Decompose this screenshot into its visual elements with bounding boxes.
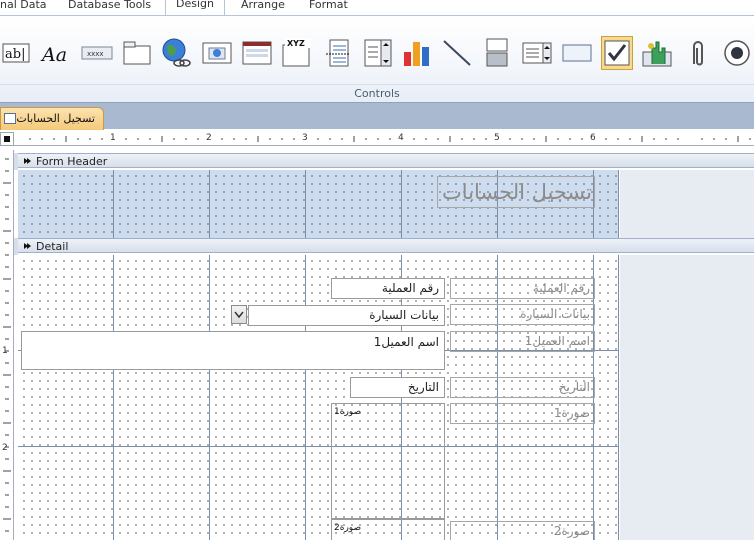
option-group-control[interactable]: XYZ xyxy=(281,36,313,70)
button-control[interactable]: xxxx xyxy=(81,36,113,70)
ribbon-controls-group: ab| Aa xxxx XYZ Controls xyxy=(0,15,754,102)
check-box-control[interactable] xyxy=(601,36,633,70)
option-group-icon: XYZ xyxy=(282,38,311,67)
unbound-object-frame-icon xyxy=(642,41,672,67)
form-canvas-background xyxy=(620,255,754,540)
toggle-button-control[interactable] xyxy=(481,36,513,70)
chevron-down-icon xyxy=(234,311,244,319)
ruler-number: 1 xyxy=(2,346,8,356)
button-icon: xxxx xyxy=(81,46,113,60)
web-browser-icon xyxy=(202,42,232,64)
tab-external-data[interactable]: nal Data xyxy=(0,0,47,15)
form-selector[interactable] xyxy=(0,132,14,146)
label-control[interactable]: Aa xyxy=(40,36,72,70)
ruler-number: 4 xyxy=(398,133,404,143)
image2-frame-label: صورة2 xyxy=(334,523,362,533)
text-box-icon: ab| xyxy=(2,43,30,63)
attachment-icon xyxy=(693,41,703,66)
vertical-ruler[interactable]: 1 2 xyxy=(0,150,14,540)
transaction-no-label[interactable]: رقم العملية xyxy=(450,278,595,299)
tab-design[interactable]: Design xyxy=(165,0,225,16)
document-tab-strip: تسجيل الحسابات xyxy=(0,102,754,130)
hyperlink-control[interactable] xyxy=(159,36,191,70)
option-button-control[interactable] xyxy=(721,36,753,70)
form-header-label: Form Header xyxy=(36,155,108,168)
ruler-number: 2 xyxy=(206,133,212,143)
navigation-control[interactable] xyxy=(241,36,273,70)
chart-control[interactable] xyxy=(401,36,433,70)
svg-text:ab|: ab| xyxy=(5,47,25,62)
list-box-icon xyxy=(522,42,552,64)
image1-frame[interactable]: صورة1 xyxy=(331,403,445,519)
form-title-label[interactable]: تسجيل الحسابات xyxy=(437,176,595,208)
line-control[interactable] xyxy=(441,36,473,70)
tab-arrange[interactable]: Arrange xyxy=(241,0,285,15)
ruler-number: 6 xyxy=(590,133,596,143)
ribbon-tab-bar: nal Data Database Tools Design Arrange F… xyxy=(0,0,754,16)
check-box-icon xyxy=(604,40,630,66)
form-header-bar[interactable]: Form Header xyxy=(18,153,754,168)
document-tab[interactable]: تسجيل الحسابات xyxy=(0,107,104,130)
tab-control[interactable] xyxy=(121,36,153,70)
transaction-no-textbox[interactable]: رقم العملية xyxy=(331,278,445,299)
tab-format[interactable]: Format xyxy=(309,0,348,15)
detail-bar[interactable]: Detail xyxy=(18,238,754,253)
ruler-number: 1 xyxy=(110,133,116,143)
detail-label: Detail xyxy=(36,240,69,253)
hyperlink-icon xyxy=(162,38,191,67)
ruler-ticks xyxy=(3,158,11,532)
form-icon xyxy=(4,113,16,124)
list-box-control[interactable] xyxy=(521,36,553,70)
tab-control-icon xyxy=(123,41,151,65)
image2-label[interactable]: صورة2 xyxy=(450,521,595,540)
image1-frame-label: صورة1 xyxy=(334,407,362,417)
svg-text:Aa: Aa xyxy=(40,44,67,65)
form-canvas-background xyxy=(620,170,754,238)
text-box-control[interactable]: ab| xyxy=(0,36,32,70)
navigation-control-icon xyxy=(242,41,272,65)
line-icon xyxy=(443,40,471,66)
section-arrow-icon xyxy=(24,158,31,164)
rectangle-icon xyxy=(562,44,592,62)
ruler-number: 2 xyxy=(2,443,8,453)
controls-group-label: Controls xyxy=(0,84,754,102)
tab-database-tools[interactable]: Database Tools xyxy=(68,0,151,15)
rectangle-control[interactable] xyxy=(561,36,593,70)
customer-name-label[interactable]: اسم العميل1 xyxy=(450,331,595,352)
date-label[interactable]: التاريخ xyxy=(450,377,595,398)
image2-frame[interactable]: صورة2 xyxy=(331,519,445,540)
car-data-combobox[interactable]: بيانات السيارة xyxy=(248,305,445,326)
page-break-control[interactable] xyxy=(322,36,354,70)
attachment-control[interactable] xyxy=(681,36,713,70)
label-icon: Aa xyxy=(40,44,67,65)
customer-name-textbox[interactable]: اسم العميل1 xyxy=(21,331,445,370)
option-button-icon xyxy=(724,40,750,66)
document-tab-label: تسجيل الحسابات xyxy=(16,112,95,125)
svg-text:XYZ: XYZ xyxy=(287,39,305,48)
web-browser-control[interactable] xyxy=(201,36,233,70)
combo-box-control[interactable] xyxy=(362,36,394,70)
toggle-button-icon xyxy=(486,38,508,67)
car-data-label[interactable]: بيانات السيارة xyxy=(450,304,595,325)
combo-box-icon xyxy=(364,39,392,67)
svg-text:xxxx: xxxx xyxy=(87,50,104,58)
ruler-ticks xyxy=(29,136,751,142)
ruler-number: 3 xyxy=(302,133,308,143)
ruler-number: 5 xyxy=(494,133,500,143)
page-break-icon xyxy=(326,39,350,67)
image1-label[interactable]: صورة1 xyxy=(450,403,595,424)
car-data-dropdown[interactable] xyxy=(231,305,247,324)
horizontal-ruler[interactable]: 1 2 3 4 5 6 xyxy=(14,132,754,146)
chart-icon xyxy=(404,42,429,66)
unbound-object-frame-control[interactable] xyxy=(641,36,673,70)
section-arrow-icon xyxy=(24,243,31,249)
date-textbox[interactable]: التاريخ xyxy=(350,377,445,398)
